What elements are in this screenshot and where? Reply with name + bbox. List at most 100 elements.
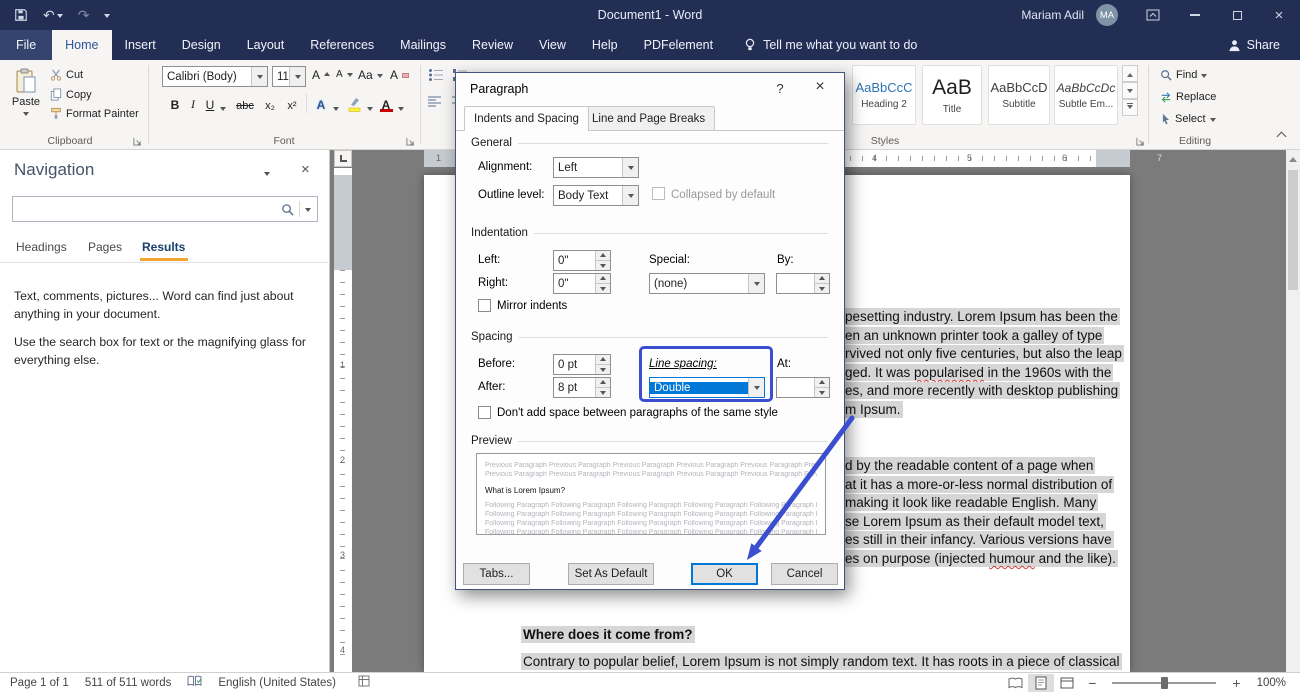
outline-level-select[interactable]: Body Text xyxy=(553,185,639,206)
clipboard-dialog-launcher[interactable] xyxy=(133,135,143,145)
chevron-down-icon[interactable] xyxy=(251,67,267,86)
shrink-font-button[interactable]: A xyxy=(336,69,353,80)
user-name[interactable]: Mariam Adil xyxy=(1009,8,1096,22)
save-icon[interactable] xyxy=(14,8,28,22)
spin-down-button[interactable] xyxy=(596,388,610,397)
copy-button[interactable]: Copy xyxy=(50,88,92,101)
strikethrough-button[interactable]: abc xyxy=(232,92,258,114)
document-text-line[interactable]: se Lorem Ipsum as their default model te… xyxy=(843,513,1106,530)
grow-font-button[interactable]: A xyxy=(312,68,330,82)
spin-up-button[interactable] xyxy=(596,274,610,284)
font-size-select[interactable]: 11 xyxy=(272,66,306,87)
spin-down-button[interactable] xyxy=(815,388,829,397)
set-as-default-button[interactable]: Set As Default xyxy=(568,563,654,585)
search-icon[interactable] xyxy=(281,203,294,216)
nav-tab-results[interactable]: Results xyxy=(142,240,185,254)
tab-file[interactable]: File xyxy=(0,30,52,60)
zoom-level[interactable]: 100% xyxy=(1249,677,1300,689)
bullets-button[interactable] xyxy=(428,68,444,82)
collapsed-by-default-checkbox[interactable] xyxy=(652,187,665,200)
styles-dialog-launcher[interactable] xyxy=(1136,135,1146,145)
document-heading[interactable]: Where does it come from? xyxy=(521,626,695,643)
style-heading2[interactable]: AaBbCcC Heading 2 xyxy=(852,65,916,125)
font-name-select[interactable]: Calibri (Body) xyxy=(162,66,268,87)
document-text-line[interactable]: en an unknown printer took a galley of t… xyxy=(843,327,1104,344)
text-effects-options[interactable] xyxy=(331,92,341,114)
spin-down-button[interactable] xyxy=(596,261,610,270)
chevron-down-icon[interactable] xyxy=(622,158,638,177)
tabs-button[interactable]: Tabs... xyxy=(463,563,530,585)
paste-button[interactable]: Paste xyxy=(6,64,46,138)
web-layout-button[interactable] xyxy=(1054,674,1080,692)
alignment-select[interactable]: Left xyxy=(553,157,639,178)
tab-home[interactable]: Home xyxy=(52,30,111,60)
replace-button[interactable]: Replace xyxy=(1160,91,1216,103)
spin-down-button[interactable] xyxy=(596,365,610,374)
redo-button[interactable]: ↷ xyxy=(78,8,90,22)
dialog-tab-line-page-breaks[interactable]: Line and Page Breaks xyxy=(582,106,715,130)
vertical-ruler[interactable] xyxy=(334,168,352,672)
find-button[interactable]: Find xyxy=(1160,69,1207,81)
zoom-slider[interactable] xyxy=(1112,682,1216,684)
line-spacing-select[interactable]: Double xyxy=(649,377,765,398)
tab-layout[interactable]: Layout xyxy=(234,30,298,60)
nav-tab-pages[interactable]: Pages xyxy=(88,240,122,254)
language-indicator[interactable]: English (United States) xyxy=(210,677,344,689)
format-painter-button[interactable]: Format Painter xyxy=(50,107,139,120)
dialog-close-button[interactable]: × xyxy=(808,78,832,96)
tab-mailings[interactable]: Mailings xyxy=(387,30,459,60)
document-text-line[interactable]: es still in their infancy. Various versi… xyxy=(843,531,1114,548)
page-indicator[interactable]: Page 1 of 1 xyxy=(0,677,77,689)
avatar[interactable]: MA xyxy=(1096,4,1118,26)
minimize-button[interactable] xyxy=(1174,0,1216,30)
undo-button[interactable]: ↶ xyxy=(43,8,63,22)
close-button[interactable]: × xyxy=(1258,0,1300,30)
chevron-down-icon[interactable] xyxy=(622,186,638,205)
font-color-button[interactable]: A xyxy=(378,92,394,114)
tab-selector[interactable] xyxy=(334,150,352,167)
change-case-button[interactable]: Aa xyxy=(358,68,383,82)
navigation-close-button[interactable]: × xyxy=(301,161,310,178)
scroll-up-arrow[interactable] xyxy=(1289,153,1297,162)
spin-down-button[interactable] xyxy=(815,284,829,293)
tab-review[interactable]: Review xyxy=(459,30,526,60)
chevron-down-icon[interactable] xyxy=(289,67,305,86)
tab-view[interactable]: View xyxy=(526,30,579,60)
text-effects-button[interactable]: A xyxy=(312,92,330,114)
spin-up-button[interactable] xyxy=(596,251,610,261)
tab-pdfelement[interactable]: PDFelement xyxy=(631,30,726,60)
document-text-line[interactable]: ged. It was popularised in the 1960s wit… xyxy=(843,364,1113,381)
tab-insert[interactable]: Insert xyxy=(112,30,169,60)
spin-up-button[interactable] xyxy=(815,378,829,388)
bold-button[interactable]: B xyxy=(166,92,184,114)
document-text-line[interactable]: d by the readable content of a page when xyxy=(843,457,1095,474)
tab-design[interactable]: Design xyxy=(169,30,234,60)
document-text-line[interactable]: making it look like readable English. Ma… xyxy=(843,494,1098,511)
mirror-indents-checkbox[interactable] xyxy=(478,299,491,312)
spacing-before-spinner[interactable]: 0 pt xyxy=(553,354,611,375)
italic-button[interactable]: I xyxy=(186,92,200,114)
document-text-line[interactable]: m Ipsum. xyxy=(843,401,903,418)
styles-scroll-down-button[interactable] xyxy=(1122,82,1138,99)
font-color-options[interactable] xyxy=(396,92,406,114)
cut-button[interactable]: Cut xyxy=(50,69,83,81)
cancel-button[interactable]: Cancel xyxy=(771,563,838,585)
word-count[interactable]: 511 of 511 words xyxy=(77,677,180,689)
indent-left-spinner[interactable]: 0" xyxy=(553,250,611,271)
spin-down-button[interactable] xyxy=(596,284,610,293)
align-left-button[interactable] xyxy=(428,96,442,108)
underline-options-button[interactable] xyxy=(218,92,228,114)
tab-help[interactable]: Help xyxy=(579,30,631,60)
spacing-after-spinner[interactable]: 8 pt xyxy=(553,377,611,398)
macro-status[interactable] xyxy=(344,675,378,690)
ok-button[interactable]: OK xyxy=(691,563,758,585)
document-text-line[interactable]: es on purpose (injected humour and the l… xyxy=(843,550,1118,567)
print-layout-button[interactable] xyxy=(1028,674,1054,692)
highlight-options[interactable] xyxy=(365,92,375,114)
clear-formatting-button[interactable]: A xyxy=(390,68,409,82)
document-text-line[interactable]: Contrary to popular belief, Lorem Ipsum … xyxy=(521,653,1122,670)
select-button[interactable]: Select xyxy=(1160,113,1216,125)
document-text-line[interactable]: at it has a more-or-less normal distribu… xyxy=(843,476,1114,493)
special-select[interactable]: (none) xyxy=(649,273,765,294)
collapse-ribbon-button[interactable] xyxy=(1278,129,1285,143)
